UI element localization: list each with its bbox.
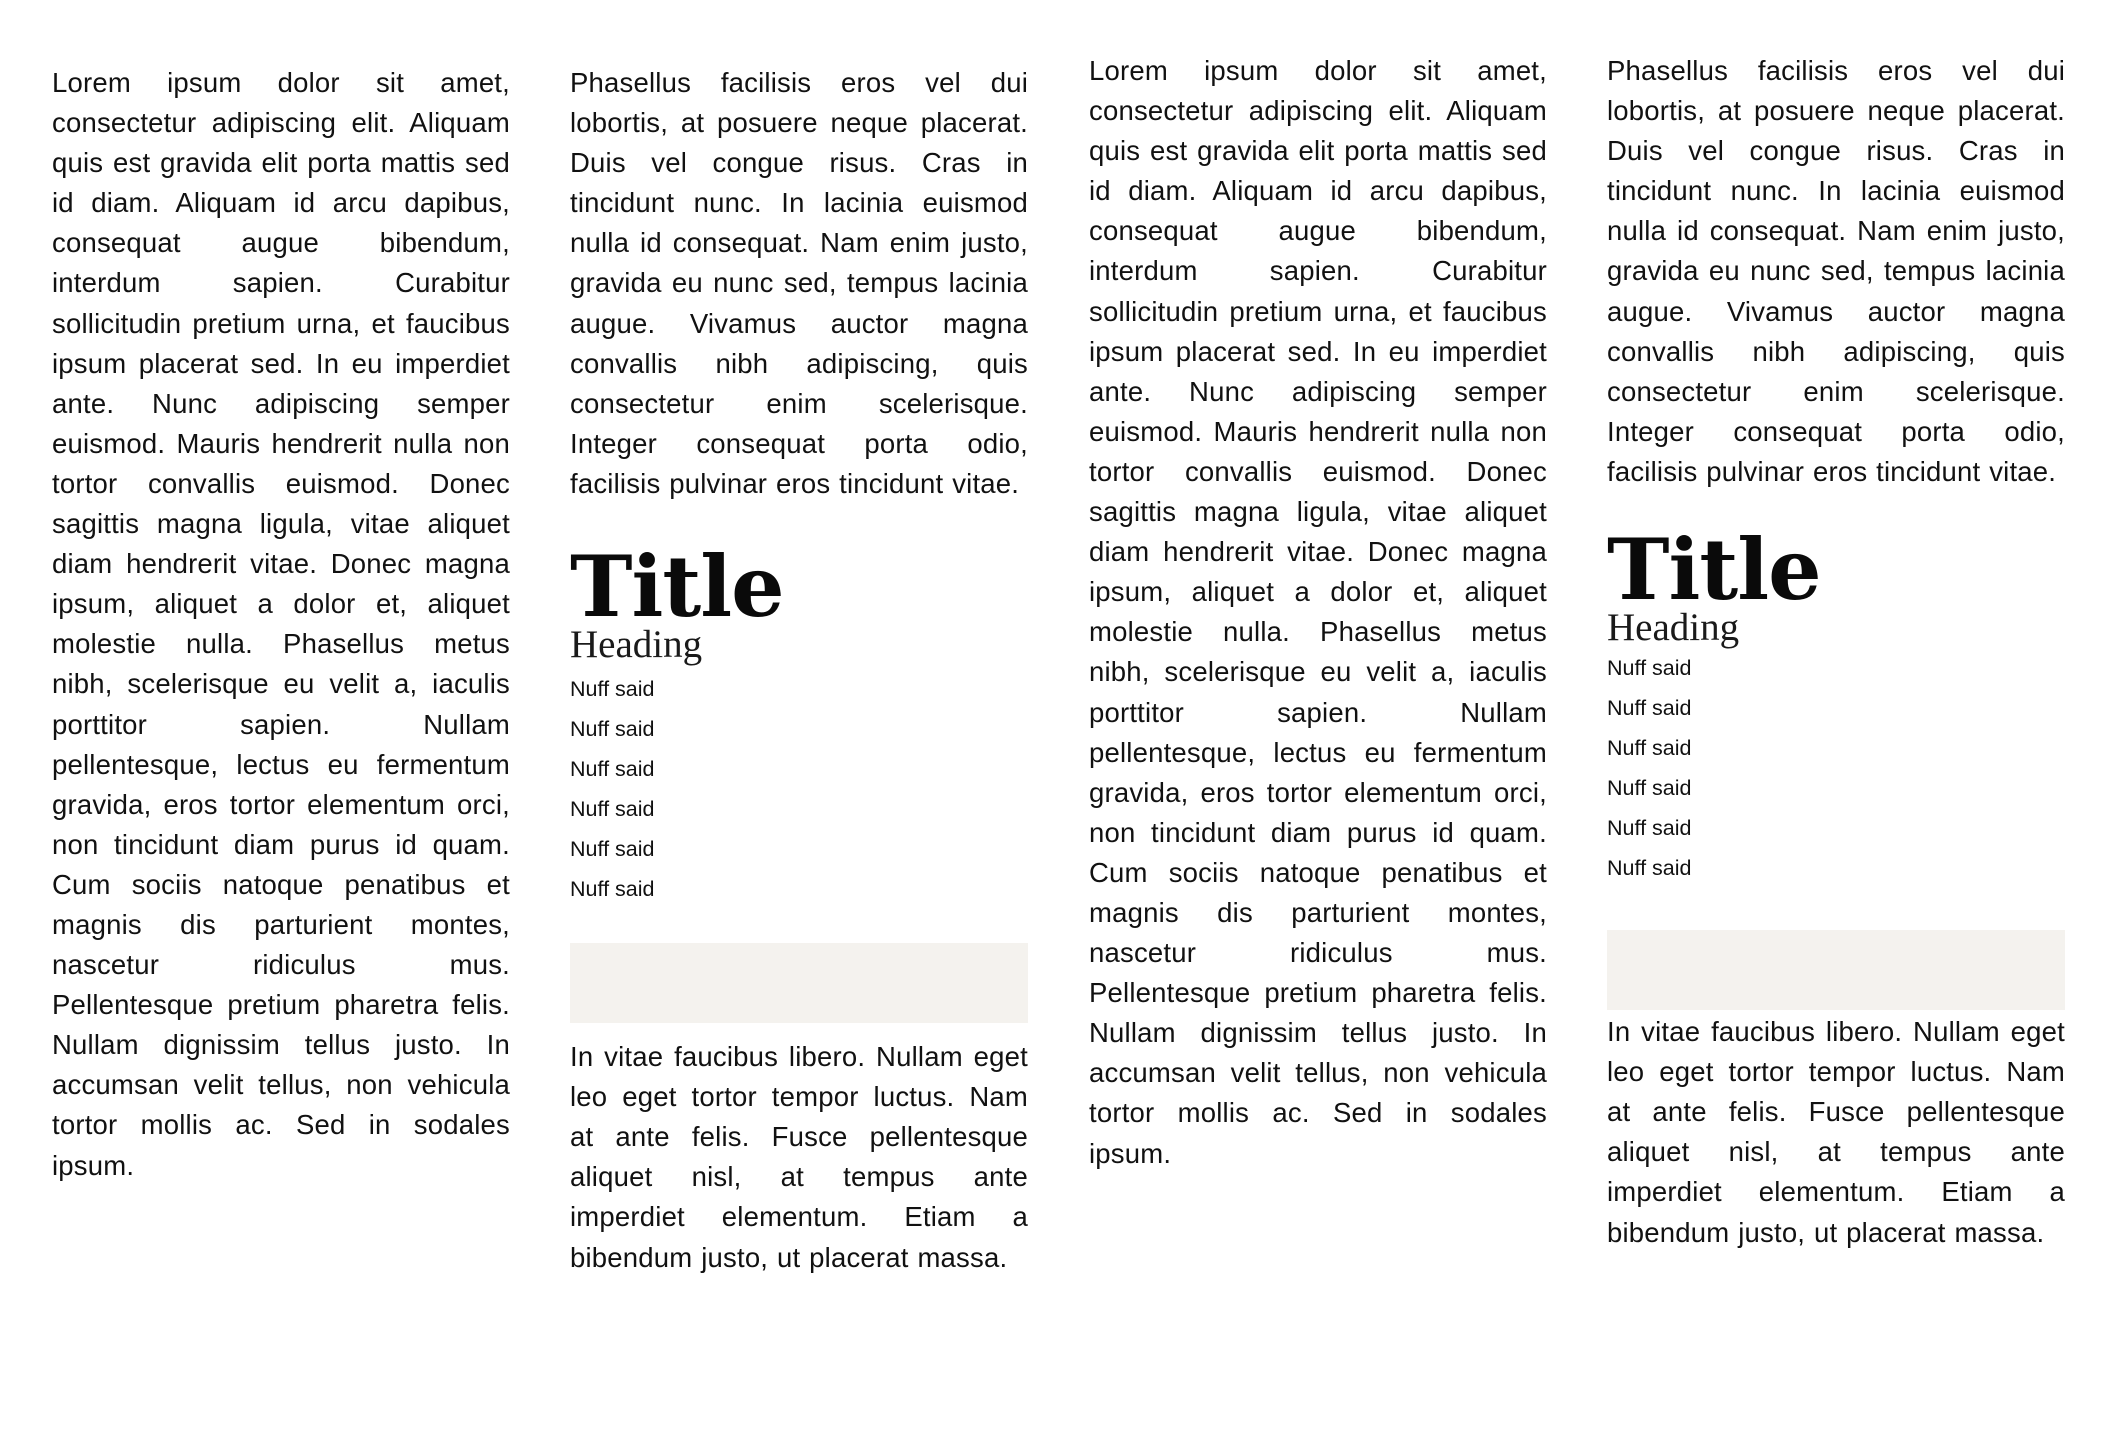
nuff-said-list: Nuff said Nuff said Nuff said Nuff said … xyxy=(570,669,1028,909)
list-item: Nuff said xyxy=(1607,656,1692,681)
placeholder-box xyxy=(570,943,1028,1024)
column-3: Lorem ipsum dolor sit amet, consectetur … xyxy=(1089,51,1547,1174)
list-item: Nuff said xyxy=(570,757,655,782)
page-title: Title xyxy=(1607,520,1822,620)
list-item: Nuff said xyxy=(570,717,655,742)
placeholder-box xyxy=(1607,930,2065,1011)
list-item: Nuff said xyxy=(1607,856,1692,881)
page-title: Title xyxy=(570,537,785,637)
column-4: Phasellus facilisis eros vel dui loborti… xyxy=(1607,51,2065,1253)
list-item: Nuff said xyxy=(570,877,655,902)
nuff-said-list: Nuff said Nuff said Nuff said Nuff said … xyxy=(1607,648,2065,888)
body-paragraph: Phasellus facilisis eros vel dui loborti… xyxy=(1607,55,2065,487)
list-item: Nuff said xyxy=(1607,816,1692,841)
list-item: Nuff said xyxy=(1607,776,1692,801)
list-item: Nuff said xyxy=(570,837,655,862)
list-item: Nuff said xyxy=(570,677,655,702)
section-heading: Heading xyxy=(1607,606,1740,650)
body-paragraph: In vitae faucibus libero. Nullam eget le… xyxy=(1607,1016,2065,1248)
body-paragraph: Lorem ipsum dolor sit amet, consectetur … xyxy=(52,67,510,1181)
body-paragraph: Phasellus facilisis eros vel dui loborti… xyxy=(570,67,1028,499)
column-1: Lorem ipsum dolor sit amet, consectetur … xyxy=(52,63,510,1186)
list-item: Nuff said xyxy=(570,797,655,822)
section-heading: Heading xyxy=(570,623,703,667)
body-paragraph: In vitae faucibus libero. Nullam eget le… xyxy=(570,1041,1028,1273)
body-paragraph: Lorem ipsum dolor sit amet, consectetur … xyxy=(1089,55,1547,1169)
list-item: Nuff said xyxy=(1607,736,1692,761)
list-item: Nuff said xyxy=(1607,696,1692,721)
column-2: Phasellus facilisis eros vel dui loborti… xyxy=(570,63,1028,1278)
